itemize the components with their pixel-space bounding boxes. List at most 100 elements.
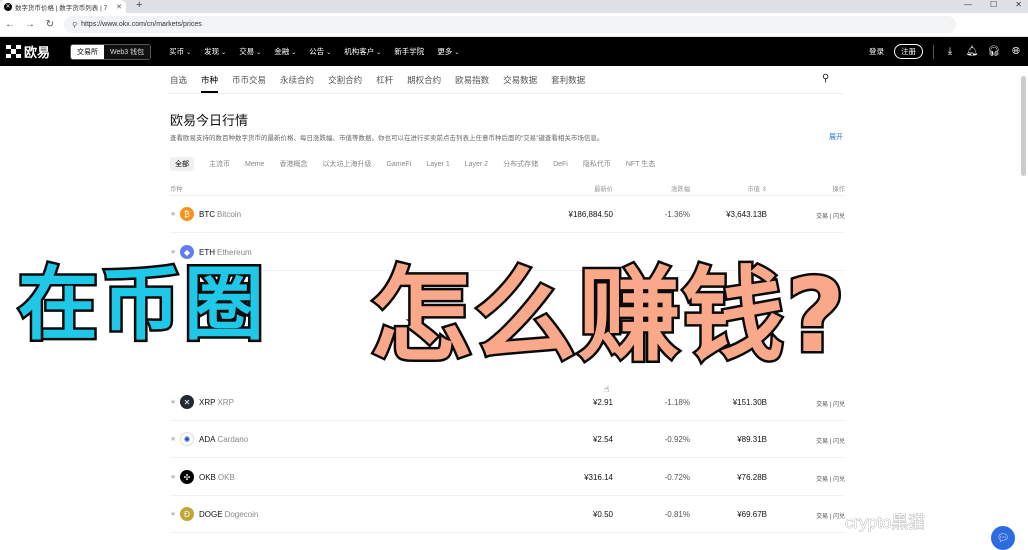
nav-item-label: 买币 [169,47,185,56]
filter-chip-6[interactable]: Layer 1 [426,161,449,168]
subnav-divider [168,93,844,94]
page-scrollbar[interactable] [1020,66,1026,550]
nav-item-0[interactable]: 买币 ⌄ [169,46,191,57]
site-info-icon[interactable]: ⚲ [72,21,77,29]
close-window-icon[interactable]: ✕ [1015,0,1022,9]
scrollbar-thumb[interactable] [1021,76,1026,176]
favorite-star-icon[interactable]: ★ [170,435,176,443]
row-actions: 交易 | 闪兑 [816,477,845,483]
filter-chip-9[interactable]: DeFi [553,161,568,168]
filter-chip-3[interactable]: 香港概念 [279,159,307,169]
subnav-tab-4[interactable]: 交割合约 [328,74,362,93]
coin-symbol: OKB OKB [199,473,235,482]
favorite-star-icon[interactable]: ★ [170,510,176,518]
minimize-icon[interactable]: — [964,0,972,9]
coin-icon: ✺ [180,432,194,446]
url-input[interactable]: ⚲ https://www.okx.com/cn/markets/prices [64,16,956,33]
filter-chip-4[interactable]: 以太坊上海升级 [322,159,371,169]
watermark-text: crypto黑猫 [845,513,926,533]
trade-link[interactable]: 交易 [816,439,828,445]
nav-item-7[interactable]: 更多 ⌄ [437,46,459,57]
chevron-down-icon: ⌄ [256,50,262,56]
trade-link[interactable]: 交易 [816,402,828,408]
favorite-star-icon[interactable]: ★ [170,210,176,218]
subnav-tab-5[interactable]: 杠杆 [376,74,393,93]
nav-item-3[interactable]: 金融 ⌄ [274,46,296,57]
favorite-star-icon[interactable]: ★ [170,473,176,481]
filter-chip-0[interactable]: 全部 [170,157,194,171]
col-name[interactable]: 币种 [170,184,183,193]
chevron-down-icon: ⌄ [326,50,332,56]
subnav-tab-0[interactable]: 自选 [170,74,187,93]
coin-ticker: ADA [199,435,216,444]
flash-swap-link[interactable]: 闪兑 [833,439,845,445]
table-row[interactable]: ★ Ð DOGE Dogecoin ¥0.50 -0.81% ¥69.67B 交易 | 闪兑 [170,496,845,533]
back-arrow-icon[interactable]: ← [4,19,16,30]
trade-link[interactable]: 交易 [816,477,828,483]
page-title: 欧易今日行情 [170,113,249,128]
filter-chip-8[interactable]: 分布式存储 [503,159,538,169]
web3-wallet-toggle[interactable]: Web3 钱包 [104,44,151,59]
col-change[interactable]: 涨跌幅 [671,184,690,193]
login-link[interactable]: 登录 [869,46,884,57]
nav-item-6[interactable]: 新手学院 [394,46,424,57]
subnav-tab-9[interactable]: 套利数据 [551,74,585,93]
filter-chip-2[interactable]: Meme [245,161,264,168]
nav-item-label: 更多 [437,47,453,56]
flash-swap-link[interactable]: 闪兑 [833,514,845,520]
subnav-tab-8[interactable]: 交易数据 [503,74,537,93]
register-button[interactable]: 注册 [894,44,923,59]
flash-swap-link[interactable]: 闪兑 [833,402,845,408]
subnav-tab-1[interactable]: 市种 [201,74,219,93]
search-icon[interactable]: ⚲ [822,73,829,84]
flash-swap-link[interactable]: 闪兑 [833,477,845,483]
coin-icon: ✣ [180,470,194,484]
coin-fullname: Bitcoin [217,210,242,219]
expand-link[interactable]: 展开 [829,132,843,142]
reload-icon[interactable]: ↻ [44,19,56,30]
globe-icon[interactable]: 🌐︎ [1010,46,1022,58]
site-header: 欧易 交易所 Web3 钱包 买币 ⌄ 发现 ⌄ 交易 ⌄ 金融 ⌄ 公告 ⌄ 机构客户 ⌄ 新手学院更… [0,37,1028,66]
header-divider [933,44,934,59]
subnav-tab-6[interactable]: 期权合约 [407,74,441,93]
bell-icon[interactable]: 🔔︎ [966,46,979,58]
headset-icon[interactable]: 🎧︎ [988,46,1001,58]
logo-text: 欧易 [24,45,51,60]
subnav-tab-7[interactable]: 欧易指数 [455,74,489,93]
trade-link[interactable]: 交易 [816,214,828,220]
flash-swap-link[interactable]: 闪兑 [833,214,845,220]
table-row[interactable]: ★ ✺ ADA Cardano ¥2.54 -0.92% ¥89.31B 交易 | 闪兑 [170,421,845,458]
browser-tab[interactable]: ✕ 数字货币价格 | 数字货币列表 | 7 ✕ [0,0,126,13]
forward-arrow-icon[interactable]: → [24,19,36,30]
table-row[interactable]: ★ ✣ OKB OKB ¥316.14 -0.72% ¥76.28B 交易 | 闪兑 [170,459,845,496]
subnav-tab-3[interactable]: 永续合约 [280,74,314,93]
table-row[interactable]: ★ ₿ BTC Bitcoin ¥186,884.50 -1.36% ¥3,643.13B 交… [170,196,845,233]
col-cap[interactable]: 市值 ⇕ [747,184,767,193]
row-actions: 交易 | 闪兑 [816,402,845,408]
maximize-icon[interactable]: ☐ [990,0,997,9]
download-icon[interactable]: ⤓ [944,46,956,58]
filter-chip-11[interactable]: NFT 生态 [626,159,655,169]
nav-item-2[interactable]: 交易 ⌄ [239,46,261,57]
coin-ticker: XRP [199,398,216,407]
exchange-toggle[interactable]: 交易所 [71,44,105,59]
new-tab-icon[interactable]: + [136,0,142,11]
filter-chip-5[interactable]: GameFi [386,161,411,168]
filter-chip-7[interactable]: Layer 2 [465,161,488,168]
nav-item-label: 发现 [204,47,220,56]
table-row[interactable]: ★ ✕ XRP XRP ¥2.91 -1.18% ¥151.30B 交易 | 闪兑 [170,384,845,421]
filter-chip-1[interactable]: 主流币 [209,159,230,169]
favorite-star-icon[interactable]: ★ [170,398,176,406]
nav-item-4[interactable]: 公告 ⌄ [309,46,331,57]
okx-logo[interactable]: 欧易 [6,42,50,61]
trade-link[interactable]: 交易 [816,514,828,520]
subnav-tab-2[interactable]: 币币交易 [232,74,266,93]
nav-item-1[interactable]: 发现 ⌄ [204,46,226,57]
platform-switch: 交易所 Web3 钱包 [70,43,152,60]
coin-fullname: Cardano [217,435,249,444]
col-price[interactable]: 最新价 [594,184,613,193]
nav-item-5[interactable]: 机构客户 ⌄ [344,46,381,57]
close-tab-icon[interactable]: ✕ [116,3,122,11]
filter-chip-10[interactable]: 隐私代币 [583,159,611,169]
support-chat-icon[interactable]: 💬︎ [991,526,1015,550]
